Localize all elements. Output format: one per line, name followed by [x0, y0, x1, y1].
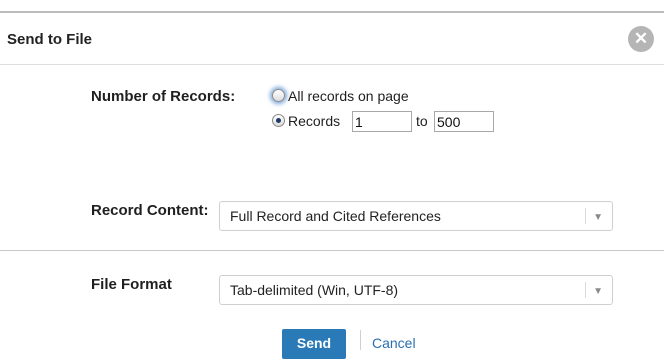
- top-border: [0, 11, 664, 13]
- radio-records-range[interactable]: [272, 114, 285, 127]
- records-option-label: Records: [288, 113, 341, 129]
- all-records-option-label: All records on page: [288, 88, 409, 104]
- section-divider: [0, 250, 664, 251]
- records-to-input[interactable]: [434, 111, 494, 132]
- radio-all-records[interactable]: [272, 89, 285, 102]
- file-format-value: Tab-delimited (Win, UTF-8): [230, 282, 399, 298]
- button-separator: [360, 330, 361, 350]
- close-icon[interactable]: ✕: [628, 26, 654, 52]
- records-from-input[interactable]: [352, 111, 412, 132]
- dialog-title: Send to File: [7, 31, 93, 48]
- records-to-label: to: [416, 113, 428, 129]
- file-format-label: File Format: [91, 276, 172, 293]
- send-button[interactable]: Send: [282, 329, 346, 359]
- select-separator: [585, 282, 586, 298]
- file-format-select[interactable]: Tab-delimited (Win, UTF-8) ▼: [219, 275, 613, 305]
- number-of-records-label: Number of Records:: [91, 88, 236, 105]
- chevron-down-icon: ▼: [593, 212, 603, 223]
- cancel-link[interactable]: Cancel: [372, 335, 416, 351]
- record-content-select[interactable]: Full Record and Cited References ▼: [219, 201, 613, 231]
- header-divider: [0, 64, 664, 65]
- record-content-label: Record Content:: [91, 202, 209, 219]
- chevron-down-icon: ▼: [593, 286, 603, 297]
- record-content-value: Full Record and Cited References: [230, 208, 441, 224]
- select-separator: [585, 208, 586, 224]
